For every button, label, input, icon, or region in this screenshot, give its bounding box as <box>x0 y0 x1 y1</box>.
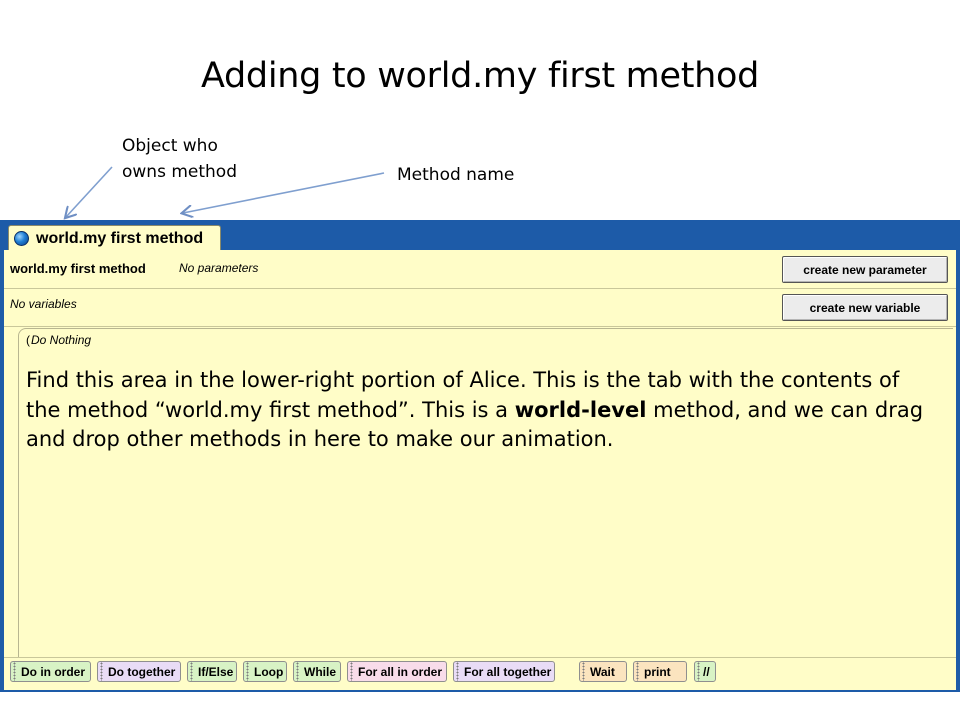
variables-text: No variables <box>10 297 77 311</box>
parameters-text: No parameters <box>179 261 259 275</box>
for-all-in-order-tile[interactable]: For all in order <box>347 661 447 682</box>
explanation-bold: world-level <box>514 397 647 422</box>
for-all-together-tile[interactable]: For all together <box>453 661 555 682</box>
tab-label: world.my first method <box>36 229 204 247</box>
callout-owner-line1: Object who <box>122 136 218 156</box>
globe-icon <box>14 231 29 246</box>
tab-world-my-first-method[interactable]: world.my first method <box>8 225 221 251</box>
owner-arrow <box>66 166 113 217</box>
callout-arrows <box>0 166 385 240</box>
callout-method-name: Method name <box>397 165 515 185</box>
if-else-tile[interactable]: If/Else <box>187 661 237 682</box>
slide-title: Adding to world.my first method <box>200 56 760 96</box>
loop-tile[interactable]: Loop <box>243 661 287 682</box>
create-new-variable-button[interactable]: create new variable <box>782 294 948 321</box>
method-header: world.my first method No parameters crea… <box>4 250 956 289</box>
method-name: world.my first method <box>10 261 146 276</box>
comment-tile[interactable]: // <box>694 661 716 682</box>
callout-owner-line2: owns method <box>122 162 237 182</box>
do-nothing-placeholder: Do Nothing <box>26 333 91 347</box>
while-tile[interactable]: While <box>293 661 341 682</box>
create-new-parameter-button[interactable]: create new parameter <box>782 256 948 283</box>
method-panel: world.my first method No parameters crea… <box>4 250 956 690</box>
variables-row: No variables create new variable <box>4 289 956 327</box>
do-together-tile[interactable]: Do together <box>97 661 181 682</box>
callout-object-owner: Object who owns method <box>122 133 237 185</box>
explanation-text: Find this area in the lower-right portio… <box>26 366 926 455</box>
print-tile[interactable]: print <box>633 661 687 682</box>
wait-tile[interactable]: Wait <box>579 661 627 682</box>
method-editor: world.my first method world.my first met… <box>0 220 960 692</box>
do-in-order-tile[interactable]: Do in order <box>10 661 91 682</box>
control-toolbar: Do in order Do together If/Else Loop Whi… <box>4 657 956 688</box>
